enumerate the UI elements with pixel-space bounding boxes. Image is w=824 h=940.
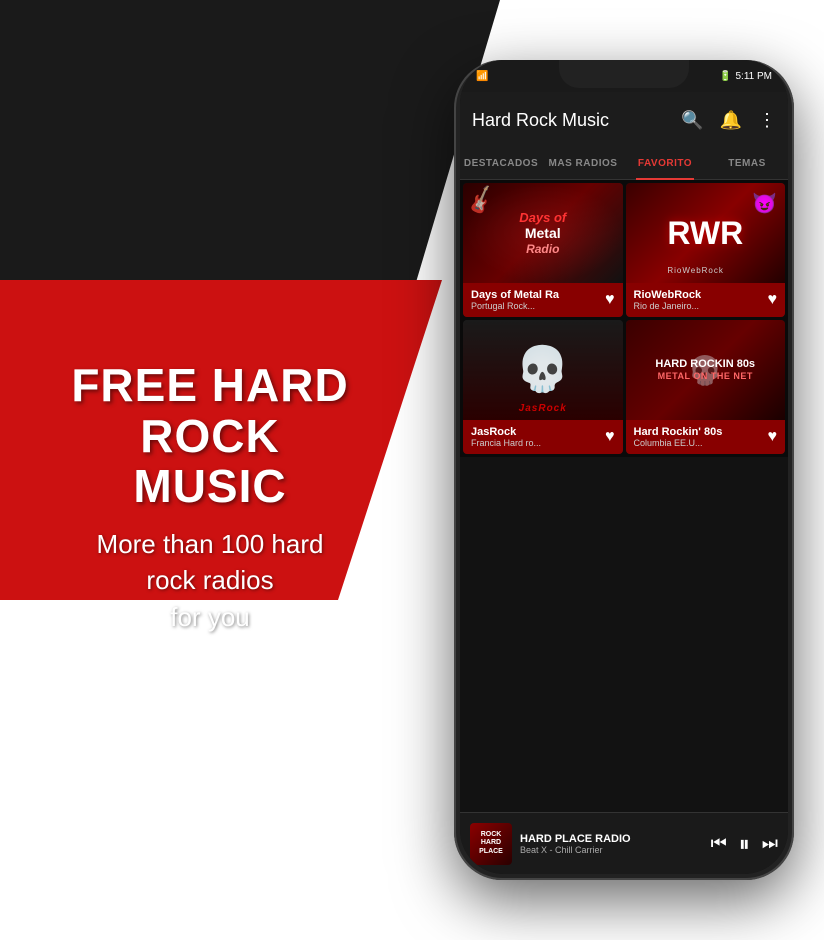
thumb-rio: 😈 RWR RioWebRock — [626, 183, 786, 283]
subtext-line1: More than 100 hard — [97, 529, 324, 559]
metal-label: Days of Metal Radio — [519, 210, 566, 257]
np-thumbnail: ROCK HARD PLACE — [470, 823, 512, 865]
np-info: HARD PLACE RADIO Beat X - Chill Carrier — [520, 833, 703, 855]
status-right: 🔋 5:11 PM — [719, 71, 772, 82]
devil-icon: 😈 — [752, 191, 777, 216]
tab-mas-radios[interactable]: MAS RADIOS — [542, 148, 624, 179]
rwr-branding: RWR RioWebRock — [667, 217, 743, 249]
card-desc-80s: Columbia EE.U... — [634, 438, 762, 448]
tabs-bar: DESTACADOS MAS RADIOS FAVORITO TEMAS — [460, 148, 788, 180]
battery-icon: 🔋 — [719, 71, 731, 82]
app-title: Hard Rock Music — [472, 110, 609, 131]
status-left-icons: 📶 — [476, 71, 488, 82]
radio-grid: 🎸 Days of Metal Radio Days of Metal Ra P… — [460, 180, 788, 457]
card-text-80s: Hard Rockin' 80s Columbia EE.U... — [634, 426, 762, 448]
hard80-text: HARD ROCKIN 80s METAL ON THE NET — [655, 358, 755, 382]
phone-screen: 📶 🔋 5:11 PM Hard Rock Music 🔍 🔔 ⋮ DESTAC… — [460, 60, 788, 874]
status-time: 5:11 PM — [736, 71, 773, 82]
card-info-metal: Days of Metal Ra Portugal Rock... ♥ — [463, 283, 623, 317]
subtext-line2: rock radios — [146, 565, 273, 595]
phone-notch — [559, 60, 689, 88]
card-text-metal: Days of Metal Ra Portugal Rock... — [471, 289, 599, 311]
forward-button[interactable]: ⏭ — [762, 833, 778, 854]
now-playing-bar: ROCK HARD PLACE HARD PLACE RADIO Beat X … — [460, 812, 788, 874]
pause-button[interactable]: ⏸ — [739, 831, 750, 857]
favorite-rio-button[interactable]: ♥ — [768, 291, 778, 309]
phone-shell: 📶 🔋 5:11 PM Hard Rock Music 🔍 🔔 ⋮ DESTAC… — [454, 60, 794, 880]
card-info-rio: RioWebRock Rio de Janeiro... ♥ — [626, 283, 786, 317]
favorite-80s-button[interactable]: ♥ — [768, 428, 778, 446]
thumb-metal: 🎸 Days of Metal Radio — [463, 183, 623, 283]
tab-temas[interactable]: TEMAS — [706, 148, 788, 179]
card-name-metal: Days of Metal Ra — [471, 289, 599, 301]
subtext-line3: for you — [170, 602, 250, 632]
phone-mockup: 📶 🔋 5:11 PM Hard Rock Music 🔍 🔔 ⋮ DESTAC… — [454, 60, 794, 880]
more-icon[interactable]: ⋮ — [758, 110, 776, 131]
card-text-rio: RioWebRock Rio de Janeiro... — [634, 289, 762, 311]
np-station-name: HARD PLACE RADIO — [520, 833, 703, 845]
rwr-text: RWR — [667, 217, 743, 249]
card-info-80s: Hard Rockin' 80s Columbia EE.U... ♥ — [626, 420, 786, 454]
thumb-jas: 💀 JasRock — [463, 320, 623, 420]
thumb-80s: 💀 HARD ROCKIN 80s METAL ON THE NET — [626, 320, 786, 420]
headline-line2: MUSIC — [133, 460, 286, 512]
card-text-jas: JasRock Francia Hard ro... — [471, 426, 599, 448]
tab-favorito[interactable]: FAVORITO — [624, 148, 706, 179]
search-icon[interactable]: 🔍 — [681, 110, 703, 131]
signal-icon: 📶 — [476, 71, 488, 82]
card-desc-rio: Rio de Janeiro... — [634, 301, 762, 311]
radio-card-jas[interactable]: 💀 JasRock JasRock Francia Hard ro... ♥ — [463, 320, 623, 454]
promo-headline: FREE HARD ROCK MUSIC — [20, 360, 400, 512]
rewind-button[interactable]: ⏮ — [711, 833, 727, 854]
card-desc-metal: Portugal Rock... — [471, 301, 599, 311]
card-name-rio: RioWebRock — [634, 289, 762, 301]
app-header: Hard Rock Music 🔍 🔔 ⋮ — [460, 92, 788, 148]
headline-line1: FREE HARD ROCK — [71, 359, 348, 462]
np-controls: ⏮ ⏸ ⏭ — [711, 831, 778, 857]
favorite-jas-button[interactable]: ♥ — [605, 428, 615, 446]
card-name-80s: Hard Rockin' 80s — [634, 426, 762, 438]
tab-destacados[interactable]: DESTACADOS — [460, 148, 542, 179]
card-info-jas: JasRock Francia Hard ro... ♥ — [463, 420, 623, 454]
promo-section: FREE HARD ROCK MUSIC More than 100 hard … — [20, 360, 400, 635]
alarm-icon[interactable]: 🔔 — [720, 110, 742, 131]
radio-card-metal[interactable]: 🎸 Days of Metal Radio Days of Metal Ra P… — [463, 183, 623, 317]
card-name-jas: JasRock — [471, 426, 599, 438]
radio-card-80s[interactable]: 💀 HARD ROCKIN 80s METAL ON THE NET Hard … — [626, 320, 786, 454]
radio-card-rio[interactable]: 😈 RWR RioWebRock RioWebRock Rio de Janei… — [626, 183, 786, 317]
skull-icon: 💀 — [515, 348, 570, 392]
header-icons: 🔍 🔔 ⋮ — [681, 110, 776, 131]
card-desc-jas: Francia Hard ro... — [471, 438, 599, 448]
rwr-sub: RioWebRock — [667, 266, 724, 275]
promo-subtext: More than 100 hard rock radios for you — [20, 526, 400, 635]
jasrock-label: JasRock — [519, 403, 567, 414]
favorite-metal-button[interactable]: ♥ — [605, 291, 615, 309]
np-track-name: Beat X - Chill Carrier — [520, 845, 703, 855]
guitar-icon: 🎸 — [464, 184, 499, 218]
